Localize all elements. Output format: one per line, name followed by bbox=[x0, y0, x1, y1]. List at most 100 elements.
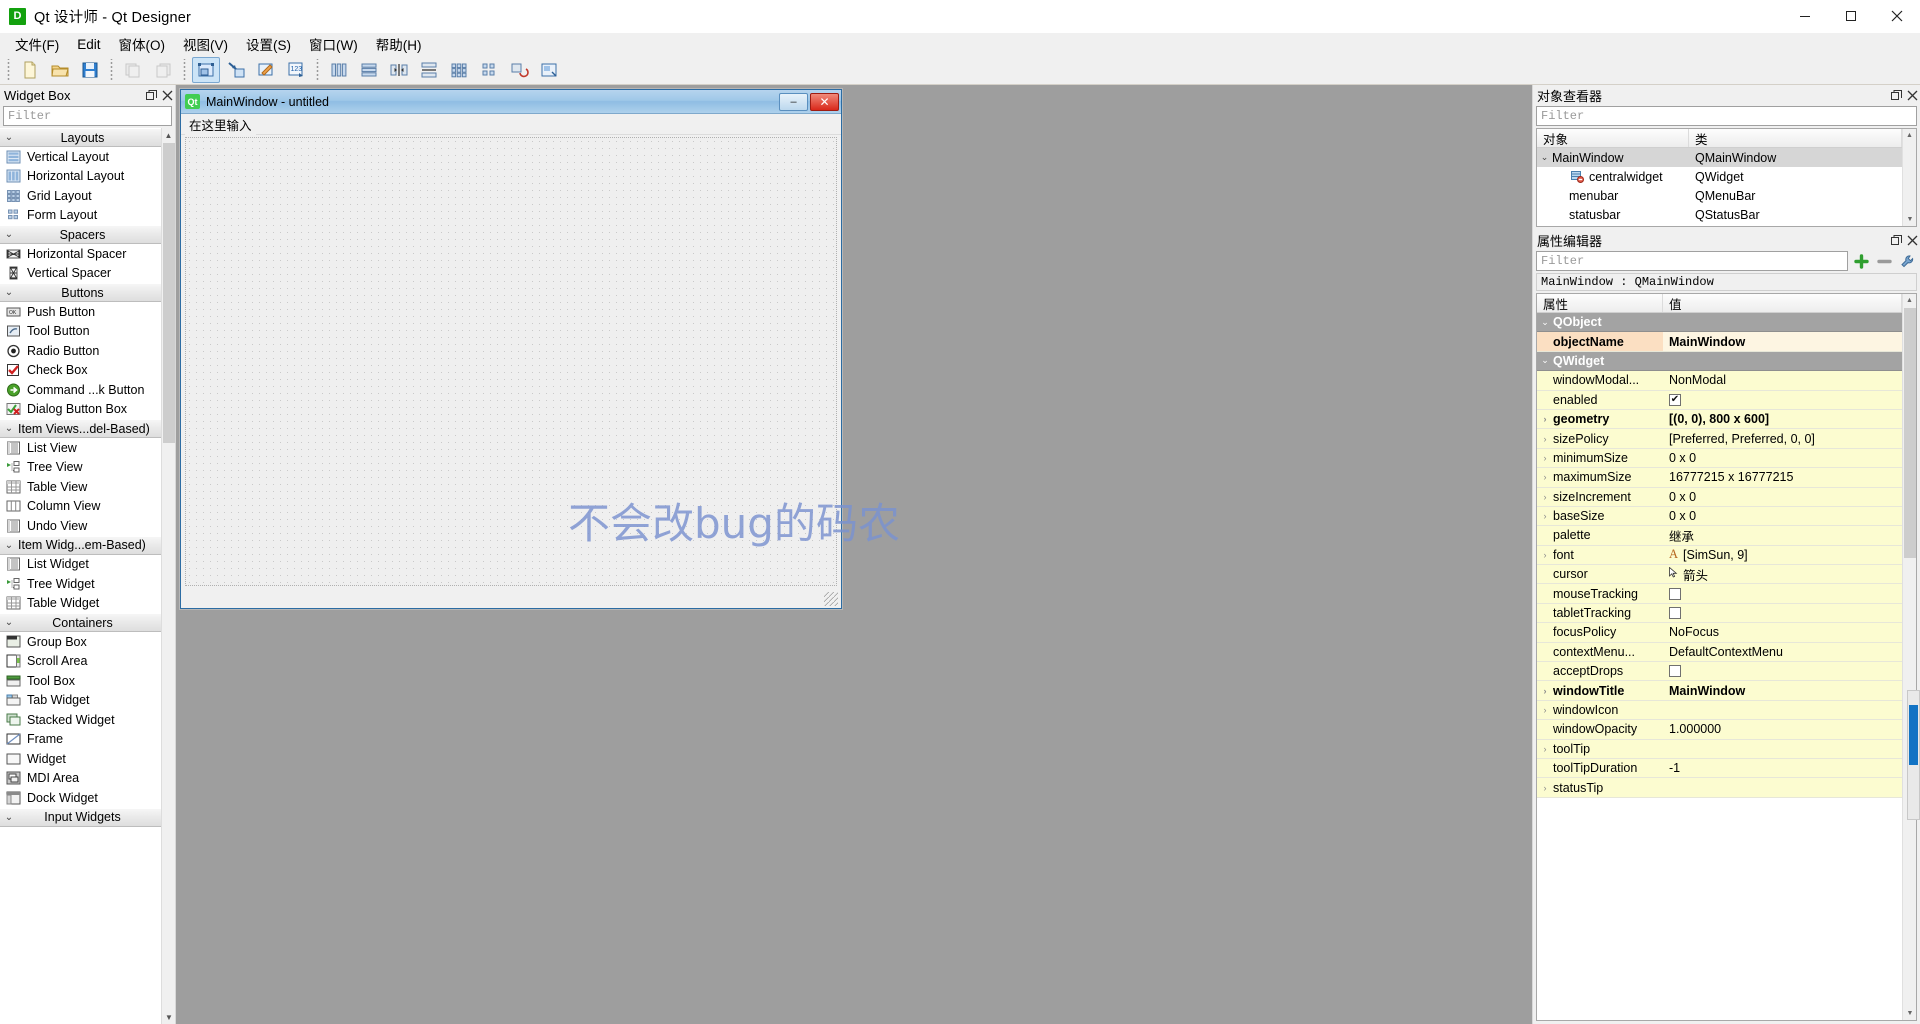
widget-item-scroll-area[interactable]: Scroll Area bbox=[0, 652, 161, 672]
property-value[interactable]: 0 x 0 bbox=[1663, 506, 1902, 526]
chevron-right-icon[interactable]: › bbox=[1537, 686, 1553, 696]
property-value[interactable]: MainWindow bbox=[1663, 332, 1902, 351]
widget-box-section-item-views[interactable]: ⌄ Item Views...del-Based) bbox=[0, 419, 161, 438]
widget-item-stacked-widget[interactable]: Stacked Widget bbox=[0, 710, 161, 730]
property-row-minimumsize[interactable]: › minimumSize 0 x 0 bbox=[1537, 448, 1902, 469]
widget-item-tool-box[interactable]: Tool Box bbox=[0, 671, 161, 691]
chevron-right-icon[interactable]: › bbox=[1537, 414, 1553, 424]
object-row-statusbar[interactable]: statusbar QStatusBar bbox=[1537, 205, 1902, 224]
property-value[interactable] bbox=[1663, 778, 1902, 797]
widget-item-mdi-area[interactable]: MDI Area bbox=[0, 769, 161, 789]
property-row-objectname[interactable]: objectName MainWindow bbox=[1537, 332, 1902, 352]
property-row-font[interactable]: › font A [SimSun, 9] bbox=[1537, 545, 1902, 566]
widget-box-close-icon[interactable] bbox=[159, 87, 175, 103]
scroll-up-icon[interactable]: ▲ bbox=[1903, 129, 1916, 142]
chevron-right-icon[interactable]: › bbox=[1537, 472, 1553, 482]
widget-item-grid-layout[interactable]: Grid Layout bbox=[0, 186, 161, 206]
widget-item-frame[interactable]: Frame bbox=[0, 730, 161, 750]
object-inspector-float-icon[interactable] bbox=[1888, 87, 1904, 103]
chevron-right-icon[interactable]: › bbox=[1537, 492, 1553, 502]
break-layout-button[interactable] bbox=[505, 57, 533, 83]
menu-window[interactable]: 窗口(W) bbox=[300, 32, 367, 56]
edit-tab-order-button[interactable]: 123 bbox=[282, 57, 310, 83]
design-canvas[interactable]: Qt MainWindow - untitled – ✕ 在这里输入 不会改bu… bbox=[176, 85, 1532, 1024]
widget-item-column-view[interactable]: Column View bbox=[0, 497, 161, 517]
property-value[interactable]: [(0, 0), 800 x 600] bbox=[1663, 409, 1902, 429]
form-menu-typehere[interactable]: 在这里输入 bbox=[185, 113, 256, 135]
property-row-cursor[interactable]: cursor 箭头 bbox=[1537, 565, 1902, 585]
object-inspector-close-icon[interactable] bbox=[1904, 87, 1920, 103]
layout-grid-button[interactable] bbox=[445, 57, 473, 83]
new-form-button[interactable] bbox=[16, 57, 44, 83]
property-row-palette[interactable]: palette 继承 bbox=[1537, 526, 1902, 546]
property-row-windowtitle[interactable]: › windowTitle MainWindow bbox=[1537, 681, 1902, 701]
enabled-checkbox[interactable] bbox=[1669, 393, 1681, 406]
edge-scrollbar-thumb[interactable] bbox=[1909, 705, 1918, 765]
property-row-tooltip[interactable]: › toolTip bbox=[1537, 739, 1902, 759]
property-row-windowicon[interactable]: › windowIcon bbox=[1537, 700, 1902, 721]
property-group-qobject[interactable]: ⌄ QObject bbox=[1537, 313, 1902, 333]
object-row-menubar[interactable]: menubar QMenuBar bbox=[1537, 186, 1902, 205]
window-edge-scrollbar[interactable] bbox=[1907, 690, 1920, 820]
edit-widgets-button[interactable] bbox=[192, 56, 220, 83]
chevron-down-icon[interactable]: ⌄ bbox=[1537, 152, 1552, 163]
property-row-tablettracking[interactable]: tabletTracking bbox=[1537, 603, 1902, 624]
widget-item-group-box[interactable]: Group Box bbox=[0, 632, 161, 652]
form-titlebar[interactable]: Qt MainWindow - untitled – ✕ bbox=[181, 90, 841, 114]
property-row-geometry[interactable]: › geometry [(0, 0), 800 x 600] bbox=[1537, 409, 1902, 430]
widget-item-list-view[interactable]: List View bbox=[0, 438, 161, 458]
scroll-down-icon[interactable]: ▼ bbox=[1903, 213, 1916, 226]
column-header-object[interactable]: 对象 bbox=[1537, 129, 1689, 147]
widget-box-section-containers[interactable]: ⌄ Containers bbox=[0, 613, 161, 632]
property-value[interactable]: NoFocus bbox=[1663, 623, 1902, 642]
form-window-mainwindow[interactable]: Qt MainWindow - untitled – ✕ 在这里输入 bbox=[180, 89, 842, 609]
property-value[interactable]: 16777215 x 16777215 bbox=[1663, 468, 1902, 487]
scroll-down-icon[interactable]: ▼ bbox=[162, 1010, 175, 1024]
widget-item-dialog-button-box[interactable]: Dialog Button Box bbox=[0, 400, 161, 420]
widget-item-tab-widget[interactable]: Tab Widget bbox=[0, 691, 161, 711]
object-row-mainwindow[interactable]: ⌄ MainWindow QMainWindow bbox=[1537, 148, 1902, 167]
layout-horizontally-button[interactable] bbox=[325, 57, 353, 83]
widget-box-section-buttons[interactable]: ⌄ Buttons bbox=[0, 283, 161, 302]
edit-buddies-button[interactable] bbox=[252, 57, 280, 83]
layout-splitter-vertical-button[interactable] bbox=[415, 57, 443, 83]
tablettracking-checkbox[interactable] bbox=[1669, 607, 1681, 620]
property-value[interactable]: 继承 bbox=[1663, 526, 1902, 545]
widget-item-tree-widget[interactable]: Tree Widget bbox=[0, 574, 161, 594]
property-filter-input[interactable]: Filter bbox=[1536, 251, 1848, 271]
widget-item-dock-widget[interactable]: Dock Widget bbox=[0, 788, 161, 808]
property-row-tooltipduration[interactable]: toolTipDuration -1 bbox=[1537, 758, 1902, 779]
undo-button[interactable] bbox=[119, 57, 147, 83]
menu-view[interactable]: 视图(V) bbox=[174, 32, 237, 56]
menu-help[interactable]: 帮助(H) bbox=[367, 32, 431, 56]
widget-box-filter-input[interactable]: Filter bbox=[3, 106, 172, 126]
property-row-statustip[interactable]: › statusTip bbox=[1537, 778, 1902, 798]
widget-item-table-view[interactable]: Table View bbox=[0, 477, 161, 497]
property-row-acceptdrops[interactable]: acceptDrops bbox=[1537, 662, 1902, 682]
widget-item-vertical-layout[interactable]: Vertical Layout bbox=[0, 147, 161, 167]
property-row-enabled[interactable]: enabled bbox=[1537, 390, 1902, 410]
acceptdrops-checkbox[interactable] bbox=[1669, 665, 1681, 678]
remove-property-button[interactable] bbox=[1874, 251, 1894, 271]
open-form-button[interactable] bbox=[46, 57, 74, 83]
toolbar-grip-edit[interactable] bbox=[108, 58, 115, 81]
property-value[interactable]: 0 x 0 bbox=[1663, 487, 1902, 506]
add-property-button[interactable] bbox=[1851, 251, 1871, 271]
property-row-focuspolicy[interactable]: focusPolicy NoFocus bbox=[1537, 623, 1902, 643]
widget-box-float-icon[interactable] bbox=[143, 87, 159, 103]
chevron-right-icon[interactable]: › bbox=[1537, 744, 1553, 754]
widget-box-section-item-widgets[interactable]: ⌄ Item Widg...em-Based) bbox=[0, 535, 161, 555]
toolbar-grip-file[interactable] bbox=[5, 58, 12, 81]
widget-item-radio-button[interactable]: Radio Button bbox=[0, 341, 161, 361]
property-row-contextmenupolicy[interactable]: contextMenu... DefaultContextMenu bbox=[1537, 642, 1902, 663]
property-value[interactable] bbox=[1663, 739, 1902, 758]
widget-item-list-widget[interactable]: List Widget bbox=[0, 555, 161, 575]
property-editor-float-icon[interactable] bbox=[1888, 232, 1904, 248]
layout-splitter-horizontal-button[interactable] bbox=[385, 57, 413, 83]
object-row-centralwidget[interactable]: centralwidget QWidget bbox=[1537, 167, 1902, 186]
column-header-property[interactable]: 属性 bbox=[1537, 294, 1663, 312]
property-row-sizepolicy[interactable]: › sizePolicy [Preferred, Preferred, 0, 0] bbox=[1537, 429, 1902, 449]
chevron-right-icon[interactable]: › bbox=[1537, 705, 1553, 715]
property-row-sizeincrement[interactable]: › sizeIncrement 0 x 0 bbox=[1537, 487, 1902, 507]
form-minimize-button[interactable]: – bbox=[779, 92, 808, 111]
